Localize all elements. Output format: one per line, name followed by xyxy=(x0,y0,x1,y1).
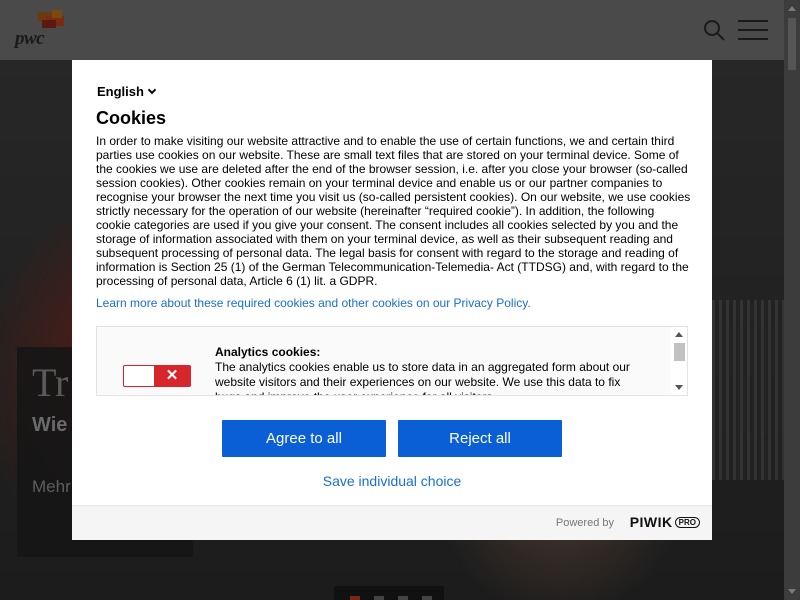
scroll-up-icon[interactable] xyxy=(675,332,683,337)
carousel-dot[interactable] xyxy=(398,596,408,600)
site-header: pwc xyxy=(0,0,784,60)
search-icon[interactable] xyxy=(702,18,726,42)
consent-list-scrollbar[interactable] xyxy=(671,327,687,395)
scroll-up-icon[interactable] xyxy=(788,6,796,11)
scroll-down-icon[interactable] xyxy=(788,589,796,594)
carousel-dot[interactable] xyxy=(374,596,384,600)
carousel-dot[interactable] xyxy=(422,596,432,600)
analytics-cookies-toggle[interactable]: ✕ xyxy=(123,365,191,387)
carousel-dot[interactable] xyxy=(350,596,360,600)
language-label: English xyxy=(97,84,144,99)
piwik-pro-logo[interactable]: PIWIK PRO xyxy=(630,514,700,530)
agree-to-all-button[interactable]: Agree to all xyxy=(222,420,386,457)
pwc-logo[interactable]: pwc xyxy=(14,10,70,50)
hamburger-menu-icon[interactable] xyxy=(738,20,768,40)
reject-all-button[interactable]: Reject all xyxy=(398,420,562,457)
consent-category-text: The analytics cookies enable us to store… xyxy=(215,360,630,395)
scrollbar-thumb[interactable] xyxy=(788,18,796,70)
close-icon: ✕ xyxy=(154,366,190,386)
logo-text: pwc xyxy=(15,28,45,49)
piwik-brand-text: PIWIK xyxy=(629,514,673,530)
privacy-policy-link[interactable]: Learn more about these required cookies … xyxy=(96,296,531,310)
page-scrollbar[interactable] xyxy=(784,0,800,600)
powered-by-label: Powered by xyxy=(555,517,614,529)
hero-title: Tr xyxy=(32,360,69,405)
scroll-down-icon[interactable] xyxy=(675,385,683,390)
dialog-footer: Powered by PIWIK PRO xyxy=(72,505,712,540)
hero-decoration xyxy=(712,300,784,480)
carousel-dots xyxy=(334,586,444,600)
consent-category-list[interactable]: ✕ Analytics cookies: The analytics cooki… xyxy=(96,326,688,396)
save-individual-choice-link[interactable]: Save individual choice xyxy=(72,473,712,489)
dialog-title: Cookies xyxy=(96,108,167,128)
cookie-consent-dialog: English Cookies In order to make visitin… xyxy=(72,60,712,540)
dialog-body-text: In order to make visiting our website at… xyxy=(96,134,691,288)
chevron-down-icon xyxy=(147,85,157,95)
consent-category-title: Analytics cookies: xyxy=(215,345,321,359)
language-selector[interactable]: English xyxy=(97,84,157,99)
scrollbar-thumb[interactable] xyxy=(674,343,685,361)
piwik-pro-badge: PRO xyxy=(674,516,700,528)
